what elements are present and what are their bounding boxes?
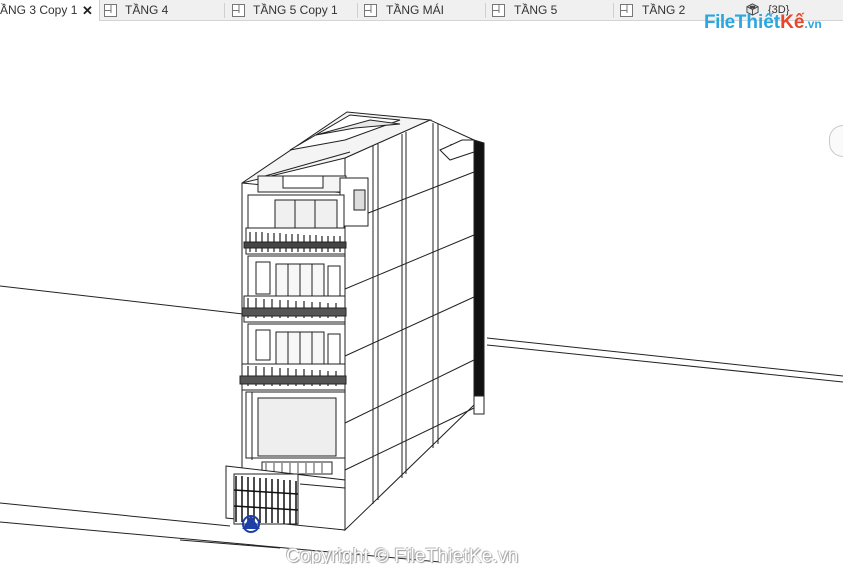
tab-label: ẦNG 3 Copy 1 xyxy=(0,3,78,17)
close-icon[interactable]: ✕ xyxy=(82,0,93,21)
floor-plan-icon xyxy=(492,4,505,17)
ground-line xyxy=(486,337,843,377)
tab-label: TẦNG 5 Copy 1 xyxy=(253,3,338,17)
tab-tang-3-copy-1[interactable]: ẦNG 3 Copy 1 ✕ xyxy=(0,0,100,21)
copyright-watermark: Copyright © FileThietKe.vn xyxy=(286,546,519,564)
tab-label: TẦNG MÁI xyxy=(386,3,445,17)
building-3d-model[interactable] xyxy=(0,21,843,564)
tab-tang-5-copy-1[interactable]: TẦNG 5 Copy 1 xyxy=(232,0,357,21)
ground-line xyxy=(179,539,281,549)
tab-label: TẦNG 5 xyxy=(514,3,558,17)
tab-tang-2[interactable]: TẦNG 2 xyxy=(620,0,700,21)
tab-tang-5[interactable]: TẦNG 5 xyxy=(492,0,612,21)
ground-line xyxy=(486,344,843,383)
tab-divider xyxy=(485,3,486,18)
floor-plan-icon xyxy=(364,4,377,17)
floor-plan-icon xyxy=(104,4,117,17)
survey-point-icon xyxy=(242,515,260,533)
floor-plan-icon xyxy=(232,4,245,17)
tab-divider xyxy=(357,3,358,18)
tab-label: TẦNG 4 xyxy=(125,3,169,17)
tab-tang-mai[interactable]: TẦNG MÁI xyxy=(364,0,484,21)
tab-label: TẦNG 2 xyxy=(642,3,686,17)
tab-tang-4[interactable]: TẦNG 4 xyxy=(104,0,224,21)
tab-divider xyxy=(224,3,225,18)
floor-plan-icon xyxy=(620,4,633,17)
tab-divider xyxy=(613,3,614,18)
ground-line xyxy=(0,285,244,315)
ground-line xyxy=(0,502,231,527)
3d-viewport[interactable]: Copyright © FileThietKe.vn xyxy=(0,21,843,564)
